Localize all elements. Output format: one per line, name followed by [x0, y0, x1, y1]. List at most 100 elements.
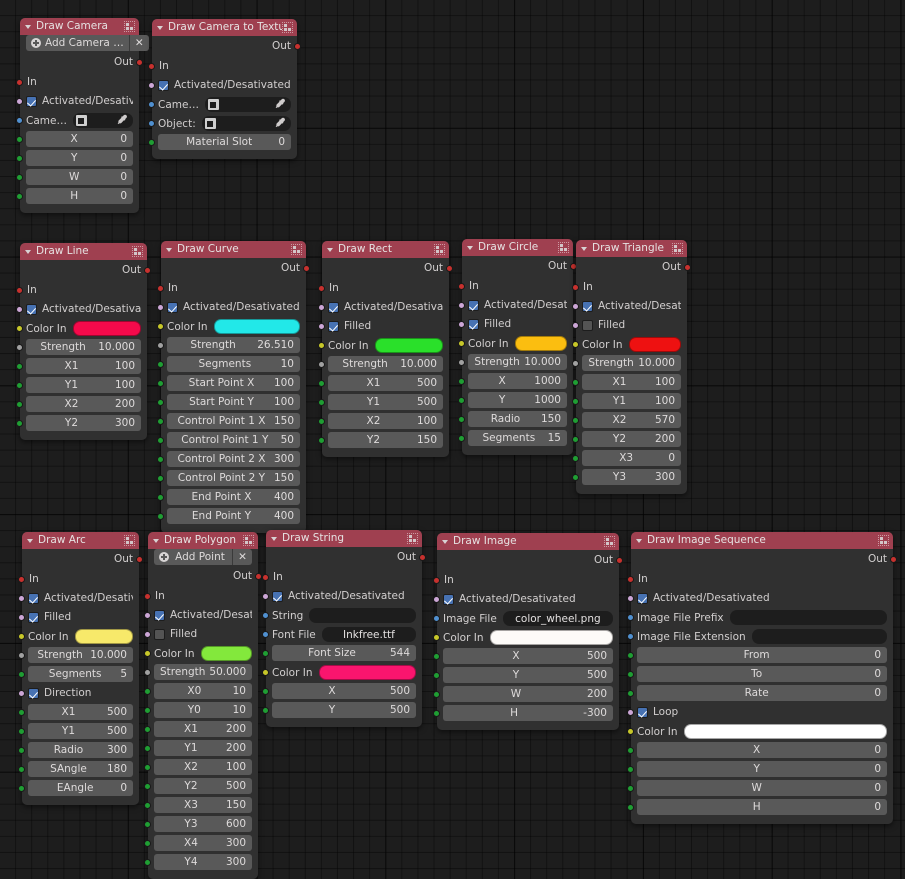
value-field-y3[interactable]: Y3 600	[154, 816, 252, 832]
input-socket-image-file-extension[interactable]	[627, 633, 634, 640]
input-socket-control-point-2-x[interactable]	[157, 456, 164, 463]
checkbox-row[interactable]: Activated/Desativated	[26, 301, 141, 318]
checkbox[interactable]	[637, 707, 648, 718]
value-field-sangle[interactable]: SAngle 180	[28, 761, 133, 777]
input-socket-color-in[interactable]	[433, 634, 440, 641]
input-socket-rate[interactable]	[627, 690, 634, 697]
input-socket-in[interactable]	[318, 285, 325, 292]
checkbox-row[interactable]: Activated/Desativ…	[28, 590, 133, 607]
color-swatch[interactable]	[74, 629, 133, 644]
value-field-control-point-1-y[interactable]: Control Point 1 Y 50	[167, 432, 300, 448]
collapse-triangle-icon[interactable]	[25, 24, 31, 29]
text-input-image-file[interactable]: color_wheel.png	[502, 611, 613, 626]
draw-polygon-remove-button[interactable]: ✕	[233, 549, 252, 565]
input-socket-strength[interactable]	[572, 360, 579, 367]
value-field-segments[interactable]: Segments 10	[167, 356, 300, 372]
input-socket-y3[interactable]	[144, 821, 151, 828]
value-field-w[interactable]: W 200	[443, 686, 613, 702]
input-socket-filled[interactable]	[318, 323, 325, 330]
input-socket-activated-desativated[interactable]	[262, 593, 269, 600]
node-header-draw-image[interactable]: Draw Image	[437, 533, 619, 550]
node-header-draw-arc[interactable]: Draw Arc	[22, 532, 139, 549]
value-field-strength[interactable]: Strength 26.510	[167, 337, 300, 353]
input-socket-radio[interactable]	[18, 747, 25, 754]
input-socket-y[interactable]	[262, 707, 269, 714]
checkbox[interactable]	[167, 302, 178, 313]
input-socket-in[interactable]	[144, 593, 151, 600]
color-swatch[interactable]	[374, 338, 443, 353]
collapse-triangle-icon[interactable]	[327, 247, 333, 252]
value-field-end-point-x[interactable]: End Point X 400	[167, 489, 300, 505]
checkbox-row[interactable]: Activated/Desativated	[443, 591, 613, 608]
checkbox-row[interactable]: Filled	[582, 317, 681, 334]
value-field-x2[interactable]: X2 100	[154, 759, 252, 775]
input-socket-in[interactable]	[16, 79, 23, 86]
node-draw-camera[interactable]: Draw Camera Add Camera … ✕ Out In Activated/D…	[16, 18, 149, 213]
checkbox-row[interactable]: Filled	[328, 318, 443, 335]
input-socket-filled[interactable]	[144, 631, 151, 638]
input-socket-x[interactable]	[262, 688, 269, 695]
value-field-y2[interactable]: Y2 200	[582, 431, 681, 447]
input-socket-color-in[interactable]	[627, 728, 634, 735]
checkbox-row[interactable]: Filled	[468, 316, 567, 333]
input-socket-y0[interactable]	[144, 707, 151, 714]
color-swatch[interactable]	[489, 630, 613, 645]
checkbox[interactable]	[582, 301, 593, 312]
input-socket-font-size[interactable]	[262, 650, 269, 657]
input-socket-y1[interactable]	[572, 398, 579, 405]
output-socket[interactable]	[616, 557, 623, 564]
node-draw-curve[interactable]: Draw Curve Out In Activated/Desativated Colo…	[157, 241, 310, 533]
input-socket-y1[interactable]	[18, 728, 25, 735]
input-socket-string[interactable]	[262, 612, 269, 619]
input-socket-radio[interactable]	[458, 416, 465, 423]
draw-camera-add-button[interactable]: Add Camera …	[26, 35, 130, 51]
output-socket[interactable]	[419, 554, 426, 561]
value-field-x2[interactable]: X2 100	[328, 413, 443, 429]
input-socket-color-in[interactable]	[458, 340, 465, 347]
input-socket-w[interactable]	[16, 174, 23, 181]
node-draw-polygon[interactable]: Draw Polygon Add Point ✕ Out In Activated/Des…	[144, 532, 262, 879]
input-socket-x1[interactable]	[144, 726, 151, 733]
value-field-strength[interactable]: Strength 10.000	[328, 356, 443, 372]
input-socket-x2[interactable]	[318, 418, 325, 425]
color-swatch[interactable]	[200, 646, 252, 661]
value-field-y[interactable]: Y0	[637, 761, 887, 777]
checkbox-row[interactable]: Activated/Desativated	[272, 588, 416, 605]
input-socket-segments[interactable]	[458, 435, 465, 442]
input-socket-y1[interactable]	[16, 382, 23, 389]
checkbox[interactable]	[272, 591, 283, 602]
value-field-to[interactable]: To 0	[637, 666, 887, 682]
input-socket-x4[interactable]	[144, 840, 151, 847]
value-field-x[interactable]: X 500	[272, 683, 416, 699]
input-socket-color-in[interactable]	[572, 341, 579, 348]
input-socket-activated-desativ[interactable]	[144, 612, 151, 619]
input-socket-x2[interactable]	[16, 401, 23, 408]
value-field-control-point-1-x[interactable]: Control Point 1 X 150	[167, 413, 300, 429]
input-socket-y1[interactable]	[144, 745, 151, 752]
input-socket-color-in[interactable]	[157, 323, 164, 330]
input-socket-end-point-y[interactable]	[157, 513, 164, 520]
color-swatch[interactable]	[514, 336, 567, 351]
input-socket-activated-desativ[interactable]	[18, 595, 25, 602]
value-field-strength[interactable]: Strength 10.000	[26, 339, 141, 355]
value-field-h[interactable]: H -300	[443, 705, 613, 721]
value-field-strength[interactable]: Strength 50.000	[154, 664, 252, 680]
checkbox[interactable]	[154, 629, 165, 640]
checkbox-row[interactable]: Filled	[28, 609, 133, 626]
checkbox[interactable]	[26, 304, 37, 315]
text-input-image-file-prefix[interactable]	[729, 610, 887, 625]
value-field-y0[interactable]: Y0 10	[154, 702, 252, 718]
input-socket-color-in[interactable]	[262, 669, 269, 676]
input-socket-in[interactable]	[627, 576, 634, 583]
value-field-segments[interactable]: Segments 15	[468, 430, 567, 446]
checkbox[interactable]	[468, 319, 479, 330]
input-socket-y2[interactable]	[318, 437, 325, 444]
input-socket-x[interactable]	[627, 747, 634, 754]
input-socket-x[interactable]	[433, 653, 440, 660]
input-socket-filled[interactable]	[458, 321, 465, 328]
input-socket-x[interactable]	[458, 378, 465, 385]
checkbox[interactable]	[158, 80, 169, 91]
value-field-y1[interactable]: Y1 200	[154, 740, 252, 756]
collapse-triangle-icon[interactable]	[27, 538, 33, 543]
collapse-triangle-icon[interactable]	[157, 25, 163, 30]
